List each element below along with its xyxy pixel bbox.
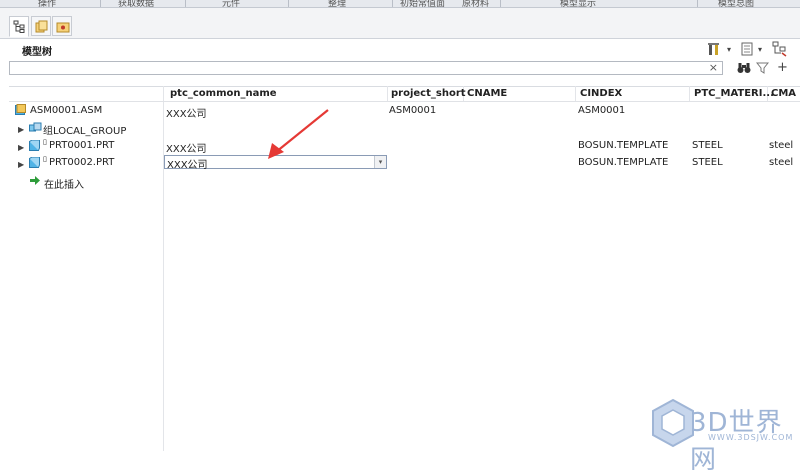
- settings-dropdown-icon[interactable]: ▾: [727, 45, 731, 54]
- edit-combo-value[interactable]: XXX公司: [167, 156, 208, 171]
- folder-browser-icon: [35, 20, 48, 33]
- show-dropdown-icon[interactable]: ▾: [758, 45, 762, 54]
- chevron-down-icon[interactable]: ▾: [374, 156, 386, 168]
- tab-model-tree[interactable]: [9, 16, 29, 37]
- cell-cindex[interactable]: BOSUN.TEMPLATE: [578, 140, 668, 151]
- insert-arrow-icon: [30, 176, 40, 185]
- tree-node-label[interactable]: 组LOCAL_GROUP: [43, 122, 126, 137]
- watermark-url: WWW.3DSJW.COM: [708, 433, 794, 442]
- ptc-common-name-edit-combo[interactable]: XXX公司 ▾: [164, 155, 387, 171]
- tree-node-label[interactable]: ASM0001.ASM: [30, 105, 102, 116]
- cell-ptc-common-name[interactable]: XXX公司: [166, 105, 207, 120]
- column-header-project-short[interactable]: project_short: [391, 88, 466, 99]
- column-settings-icon[interactable]: [772, 41, 788, 60]
- cell-cindex[interactable]: BOSUN.TEMPLATE: [578, 157, 668, 168]
- menu-get-data[interactable]: 获取数据: [118, 0, 154, 7]
- expand-arrow-icon[interactable]: ▶: [18, 125, 24, 134]
- cell-ptc-material[interactable]: STEEL: [692, 140, 723, 151]
- tree-node-label[interactable]: PRT0002.PRT: [49, 157, 114, 168]
- menu-component[interactable]: 元件: [222, 0, 240, 7]
- column-header-ptc-material[interactable]: PTC_MATERI...: [694, 88, 774, 99]
- menu-material[interactable]: 原材料: [462, 0, 489, 7]
- assembly-icon: [15, 104, 26, 115]
- navigator-tab-row: [0, 8, 800, 39]
- cell-cma[interactable]: steel: [769, 157, 793, 168]
- search-field[interactable]: ×: [9, 61, 723, 75]
- part-marker-icon: ▯: [43, 138, 47, 146]
- search-input[interactable]: [10, 62, 706, 74]
- find-binoculars-icon[interactable]: [737, 62, 751, 77]
- menu-model-overview[interactable]: 模型总图: [718, 0, 754, 7]
- column-header-cma[interactable]: CMA: [771, 88, 796, 99]
- show-options-icon[interactable]: [740, 42, 754, 59]
- cell-cma[interactable]: steel: [769, 140, 793, 151]
- part-icon: [29, 157, 40, 168]
- add-icon[interactable]: +: [777, 60, 788, 75]
- cell-project-short[interactable]: ASM0001: [389, 105, 436, 116]
- top-menu-strip: 操作 获取数据 元件 整理 初始常值面 原材料 模型显示 模型总图: [0, 0, 800, 8]
- cell-ptc-common-name[interactable]: XXX公司: [166, 140, 207, 155]
- model-tree-icon: [13, 20, 25, 33]
- favorites-folder-icon: [56, 22, 70, 33]
- column-header-cindex[interactable]: CINDEX: [580, 88, 622, 99]
- tree-node-label[interactable]: PRT0001.PRT: [49, 140, 114, 151]
- menu-initial-values[interactable]: 初始常值面: [400, 0, 445, 7]
- panel-title: 模型树: [22, 47, 52, 58]
- part-marker-icon: ▯: [43, 155, 47, 163]
- cell-cindex[interactable]: ASM0001: [578, 105, 625, 116]
- menu-arrange[interactable]: 整理: [328, 0, 346, 7]
- column-header-cname[interactable]: CNAME: [467, 88, 507, 99]
- cell-ptc-material[interactable]: STEEL: [692, 157, 723, 168]
- group-icon: [29, 122, 42, 132]
- expand-arrow-icon[interactable]: ▶: [18, 160, 24, 169]
- expand-arrow-icon[interactable]: ▶: [18, 143, 24, 152]
- column-header-ptc-common-name[interactable]: ptc_common_name: [170, 88, 277, 99]
- filter-icon[interactable]: [755, 62, 770, 77]
- menu-operate[interactable]: 操作: [38, 0, 56, 7]
- clear-icon[interactable]: ×: [709, 61, 718, 74]
- settings-tools-icon[interactable]: [707, 42, 723, 59]
- part-icon: [29, 140, 40, 151]
- insert-here-label[interactable]: 在此插入: [44, 176, 84, 191]
- tab-folder-browser[interactable]: [31, 16, 51, 36]
- tab-favorites[interactable]: [52, 16, 72, 36]
- menu-model-display[interactable]: 模型显示: [560, 0, 596, 7]
